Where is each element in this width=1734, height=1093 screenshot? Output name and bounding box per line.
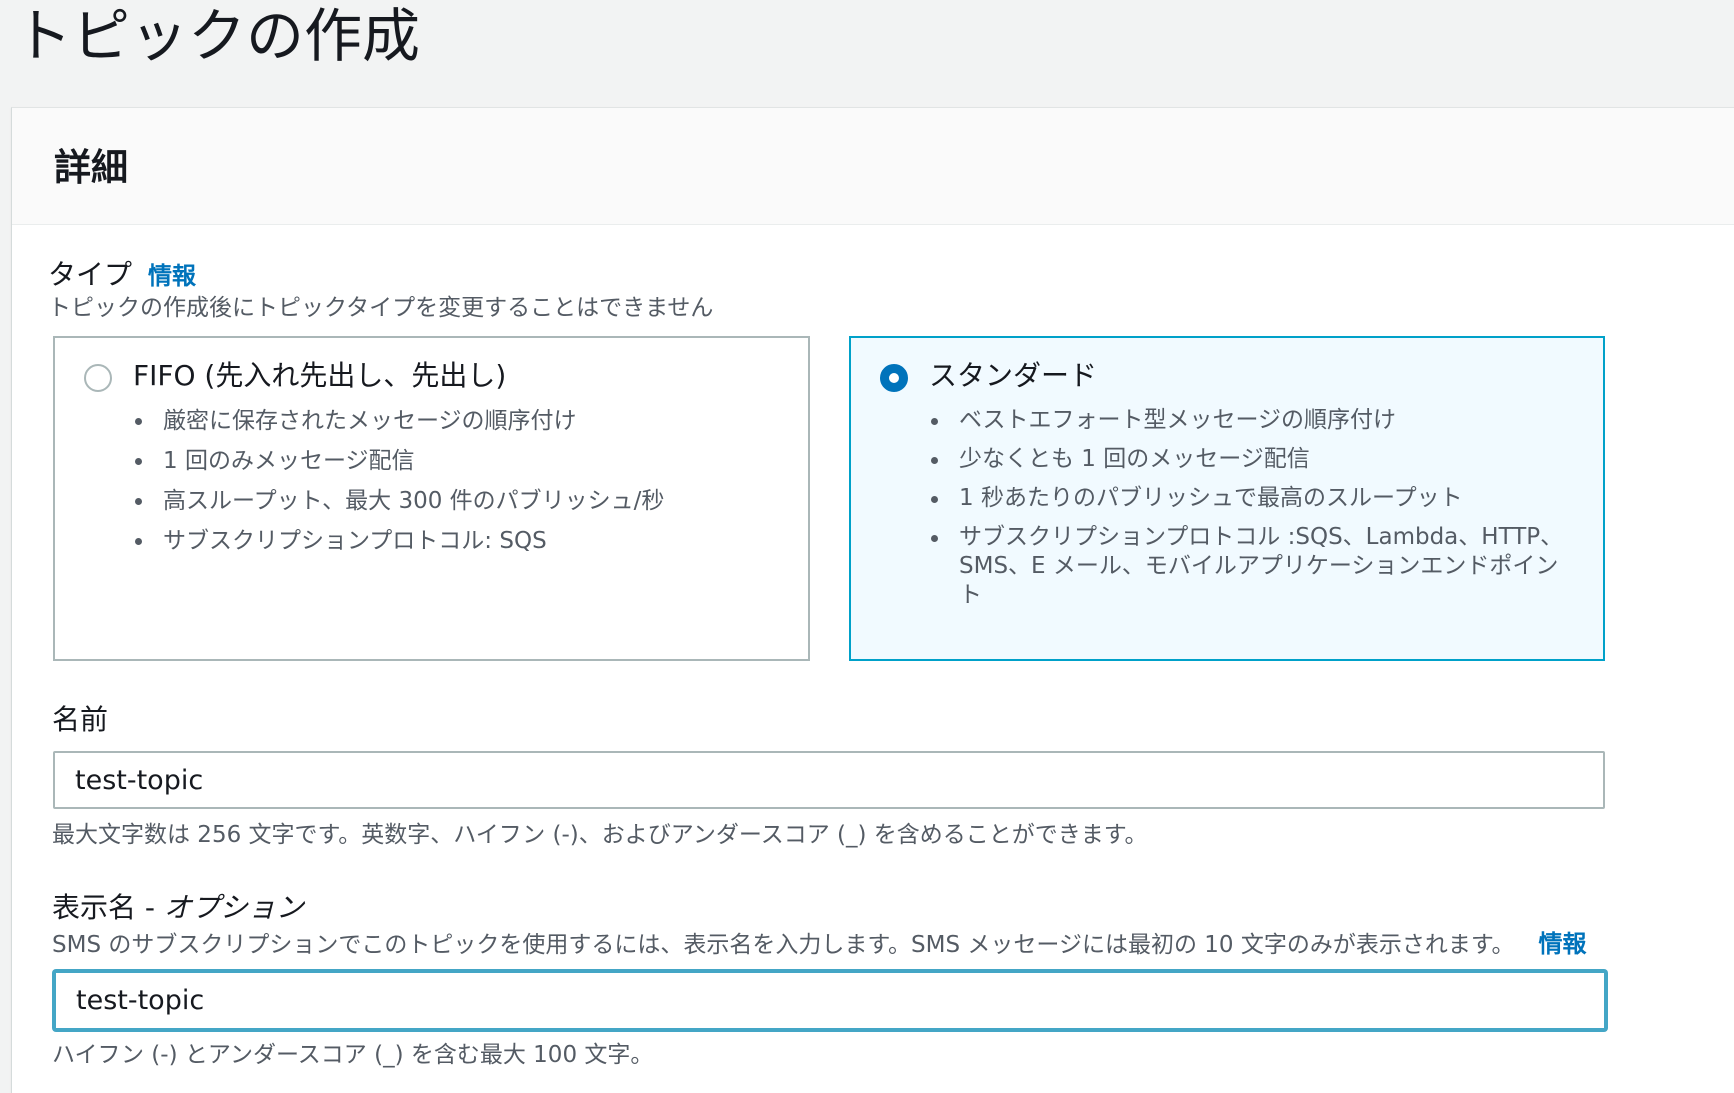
list-item: サブスクリプションプロトコル :SQS、Lambda、HTTP、SMS、E メー… xyxy=(931,523,1579,610)
name-label: 名前 xyxy=(52,703,109,736)
type-option-fifo[interactable]: FIFO (先入れ先出し、先出し) 厳密に保存されたメッセージの順序付け 1 回… xyxy=(53,336,810,661)
list-item: 1 秒あたりのパブリッシュで最高のスループット xyxy=(931,484,1579,513)
standard-title: スタンダード xyxy=(929,359,1098,392)
display-name-label: 表示名 - xyxy=(52,891,164,924)
standard-radio[interactable] xyxy=(880,364,908,392)
name-input[interactable] xyxy=(53,751,1605,809)
page-title: トピックの作成 xyxy=(14,2,421,70)
fifo-feature-list: 厳密に保存されたメッセージの順序付け 1 回のみメッセージ配信 高スループット、… xyxy=(133,406,664,566)
list-item: ベストエフォート型メッセージの順序付け xyxy=(931,406,1579,435)
list-item: 少なくとも 1 回のメッセージ配信 xyxy=(931,445,1579,474)
details-panel: 詳細 タイプ 情報 トピックの作成後にトピックタイプを変更することはできません F… xyxy=(11,107,1734,1093)
panel-title: 詳細 xyxy=(54,146,128,189)
display-name-label-row: 表示名 - オプション xyxy=(52,891,304,925)
display-name-description-row: SMS のサブスクリプションでこのトピックを使用するには、表示名を入力します。S… xyxy=(52,929,1587,960)
list-item: 高スループット、最大 300 件のパブリッシュ/秒 xyxy=(134,488,665,514)
fifo-radio[interactable] xyxy=(84,364,112,392)
display-name-info-link[interactable]: 情報 xyxy=(1539,930,1587,958)
name-hint: 最大文字数は 256 文字です。英数字、ハイフン (-)、およびアンダースコア … xyxy=(52,822,1148,848)
list-item: 1 回のみメッセージ配信 xyxy=(134,446,664,476)
type-info-link[interactable]: 情報 xyxy=(148,262,196,290)
type-option-standard[interactable]: スタンダード ベストエフォート型メッセージの順序付け 少なくとも 1 回のメッセ… xyxy=(849,336,1605,661)
display-name-input[interactable] xyxy=(53,970,1607,1031)
display-name-hint: ハイフン (-) とアンダースコア (_) を含む最大 100 文字。 xyxy=(52,1042,654,1068)
type-label-row: タイプ 情報 xyxy=(48,258,196,293)
panel-header: 詳細 xyxy=(12,108,1734,225)
display-name-optional-label: オプション xyxy=(163,891,304,924)
type-description: トピックの作成後にトピックタイプを変更することはできません xyxy=(48,295,714,321)
type-label: タイプ xyxy=(48,258,133,291)
list-item: サブスクリプションプロトコル: SQS xyxy=(134,526,664,556)
list-item: 厳密に保存されたメッセージの順序付け xyxy=(134,406,664,436)
standard-feature-list: ベストエフォート型メッセージの順序付け 少なくとも 1 回のメッセージ配信 1 … xyxy=(929,406,1579,620)
display-name-description: SMS のサブスクリプションでこのトピックを使用するには、表示名を入力します。S… xyxy=(52,932,1515,958)
fifo-title: FIFO (先入れ先出し、先出し) xyxy=(133,359,507,392)
